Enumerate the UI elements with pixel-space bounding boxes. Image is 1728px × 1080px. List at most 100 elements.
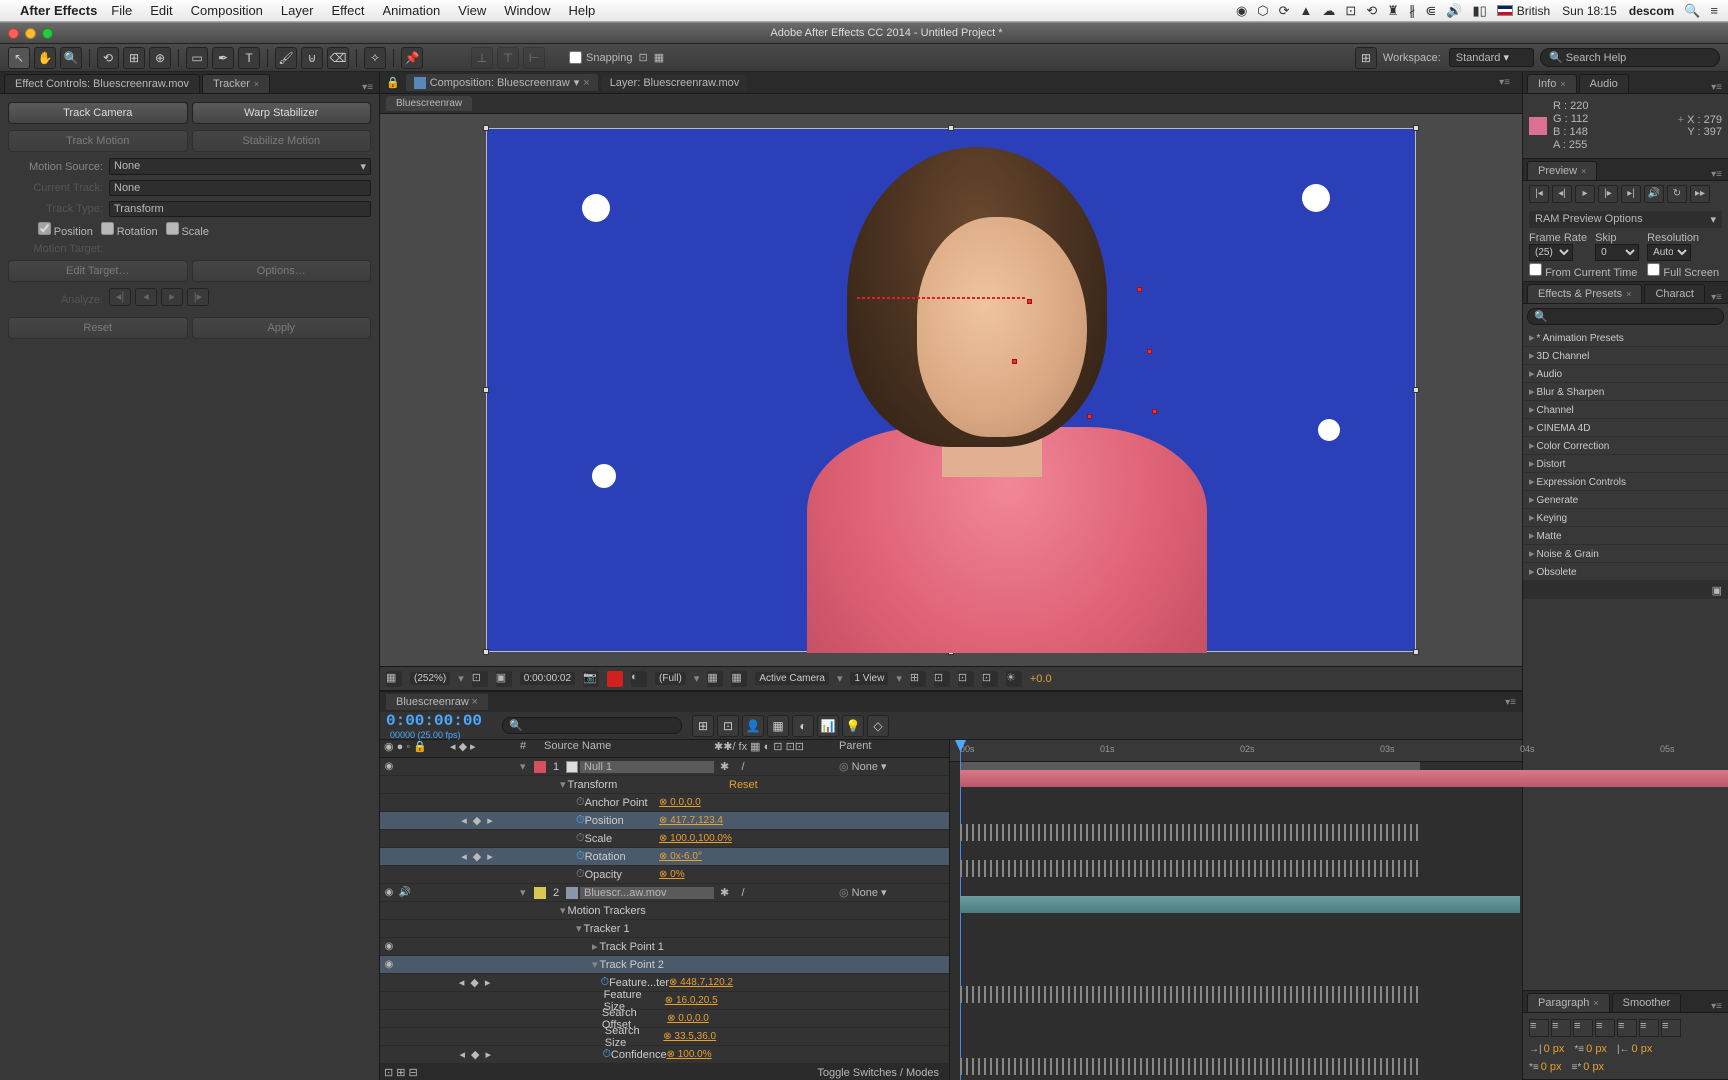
effects-category-item[interactable]: ▸Blur & Sharpen (1523, 383, 1728, 401)
safe-zones-icon[interactable]: ⊡ (958, 671, 974, 687)
property-row[interactable]: ⏱ Anchor Point⊗ 0.0,0.0 (380, 794, 949, 812)
shy-icon[interactable]: 👤 (742, 715, 764, 737)
property-value[interactable]: ⊗ 100.0,100.0% (659, 833, 839, 844)
property-row[interactable]: Search Size⊗ 33.5,36.0 (380, 1028, 949, 1046)
twirl-icon[interactable]: ▸ (1529, 548, 1535, 560)
full-screen-checkbox[interactable]: Full Screen (1647, 263, 1719, 279)
reset-link[interactable]: Reset (729, 779, 949, 791)
composition-viewer[interactable] (380, 114, 1522, 666)
local-axis-icon[interactable]: ⊥ (471, 47, 493, 69)
effects-category-item[interactable]: ▸3D Channel (1523, 347, 1728, 365)
channel-icon[interactable] (607, 671, 623, 687)
property-row[interactable]: ◂◆▸⏱ Rotation⊗ 0x-6.0° (380, 848, 949, 866)
battery-icon[interactable]: ▮▯ (1472, 3, 1486, 19)
space-after-field[interactable]: ≡* 0 px (1572, 1061, 1605, 1073)
motion-source-select[interactable]: None ▾ (109, 158, 371, 175)
mute-button[interactable]: 🔊 (1644, 185, 1664, 203)
keyframe-lane[interactable] (960, 860, 1420, 877)
indent-left-field[interactable]: →| 0 px (1529, 1043, 1564, 1055)
notification-icon[interactable]: ▲ (1300, 3, 1313, 18)
effects-category-item[interactable]: ▸Distort (1523, 455, 1728, 473)
rotate-tool[interactable]: ⟲ (97, 47, 119, 69)
draft-3d-icon[interactable]: ⊡ (717, 715, 739, 737)
view-axis-icon[interactable]: ⊢ (523, 47, 545, 69)
effects-category-item[interactable]: ▸Keying (1523, 509, 1728, 527)
frame-blend-icon[interactable]: ▦ (767, 715, 789, 737)
menu-effect[interactable]: Effect (331, 3, 364, 18)
twirl-icon[interactable]: ▸ (1529, 422, 1535, 434)
track-point[interactable] (1147, 349, 1152, 354)
prev-keyframe-icon[interactable]: ◂ (458, 814, 470, 827)
twirl-icon[interactable]: ▸ (1529, 332, 1535, 344)
from-current-checkbox[interactable]: From Current Time (1529, 263, 1637, 279)
property-value[interactable]: ⊗ 417.7,123.4 (659, 815, 839, 826)
property-value[interactable]: ⊗ 0.0,0.0 (667, 1013, 842, 1024)
twirl-icon[interactable]: ▾ (520, 761, 526, 773)
workspace-select[interactable]: Standard ▾ (1449, 48, 1534, 67)
twirl-icon[interactable]: ▾ (560, 778, 566, 791)
input-flag-icon[interactable] (1497, 5, 1513, 16)
indent-first-field[interactable]: *≡ 0 px (1574, 1043, 1607, 1055)
add-keyframe-icon[interactable]: ◆ (469, 976, 481, 989)
align-right-button[interactable]: ≡ (1573, 1019, 1593, 1037)
comp-mini-flowchart-icon[interactable]: ⊞ (692, 715, 714, 737)
justify-last-right-button[interactable]: ≡ (1639, 1019, 1659, 1037)
track-point[interactable] (1137, 287, 1142, 292)
timecode-icon[interactable]: ⊡ (982, 671, 998, 687)
effects-category-item[interactable]: ▸Generate (1523, 491, 1728, 509)
play-button[interactable]: ▸ (1575, 185, 1595, 203)
effects-category-item[interactable]: ▸* Animation Presets (1523, 329, 1728, 347)
twirl-icon[interactable]: ▸ (1529, 458, 1535, 470)
panel-menu-icon[interactable]: ▾≡ (362, 82, 373, 93)
user-menu[interactable]: descom (1629, 4, 1674, 18)
menu-view[interactable]: View (458, 3, 486, 18)
property-group-row[interactable]: ◉ ▾ Track Point 2 (380, 956, 949, 974)
pen-tool[interactable]: ✒ (212, 47, 234, 69)
render-queue-icon[interactable]: ⊞ (1355, 47, 1377, 69)
motion-blur-icon[interactable]: ◐ (792, 715, 814, 737)
track-camera-button[interactable]: Track Camera (8, 102, 188, 124)
comp-panel-menu-icon[interactable]: ▾≡ (1499, 77, 1510, 88)
twirl-icon[interactable]: ▾ (560, 904, 566, 917)
prev-keyframe-icon[interactable]: ◂ (456, 976, 468, 989)
effect-controls-tab[interactable]: Effect Controls: Bluescreenraw.mov (4, 74, 200, 93)
video-toggle-icon[interactable]: ◉ (382, 940, 396, 954)
rectangle-tool[interactable]: ▭ (186, 47, 208, 69)
stopwatch-icon[interactable]: ⏱ (602, 1048, 611, 1061)
wifi-icon[interactable]: ⋐ (1425, 3, 1436, 19)
sync-icon[interactable]: ⟳ (1279, 3, 1290, 19)
parent-select[interactable]: None (852, 887, 878, 899)
track-point[interactable] (1087, 414, 1092, 419)
twirl-icon[interactable]: ▾ (520, 887, 526, 899)
menu-animation[interactable]: Animation (382, 3, 440, 18)
window-close-button[interactable] (8, 28, 19, 39)
exposure-icon[interactable]: ☀ (1006, 671, 1022, 687)
camera-select[interactable]: Active Camera (755, 672, 829, 685)
stopwatch-icon[interactable]: ⏱ (576, 796, 585, 809)
guides-icon[interactable]: ⊡ (934, 671, 950, 687)
bbox-handle[interactable] (1413, 125, 1419, 131)
keyframe-lane[interactable] (960, 824, 1420, 841)
twirl-icon[interactable]: ▸ (1529, 476, 1535, 488)
effects-category-item[interactable]: ▸Matte (1523, 527, 1728, 545)
justify-last-center-button[interactable]: ≡ (1617, 1019, 1637, 1037)
next-keyframe-icon[interactable]: ▸ (484, 850, 496, 863)
property-row[interactable]: ⏱ Opacity⊗ 0% (380, 866, 949, 884)
twirl-icon[interactable]: ▸ (1529, 350, 1535, 362)
effects-presets-tab[interactable]: Effects & Presets× (1527, 284, 1642, 303)
twirl-icon[interactable]: ▸ (1529, 368, 1535, 380)
property-value[interactable]: ⊗ 0x-6.0° (659, 851, 839, 862)
prev-frame-button[interactable]: ◂| (1552, 185, 1572, 203)
ram-preview-button[interactable]: ▸▸ (1690, 185, 1710, 203)
video-toggle-icon[interactable]: ◉ (382, 886, 396, 900)
timemachine-icon[interactable]: ⟲ (1366, 3, 1377, 19)
stopwatch-icon[interactable]: ⏱ (576, 850, 585, 863)
property-value[interactable]: ⊗ 33.5,36.0 (663, 1031, 840, 1042)
resolution-select[interactable]: (Full) (655, 672, 686, 685)
character-tab[interactable]: Charact (1644, 284, 1705, 303)
graph-editor-icon[interactable]: 📊 (817, 715, 839, 737)
stopwatch-icon[interactable]: ⏱ (600, 976, 609, 989)
next-keyframe-icon[interactable]: ▸ (484, 814, 496, 827)
exposure-value[interactable]: +0.0 (1030, 673, 1052, 685)
twirl-icon[interactable]: ▾ (576, 922, 582, 935)
